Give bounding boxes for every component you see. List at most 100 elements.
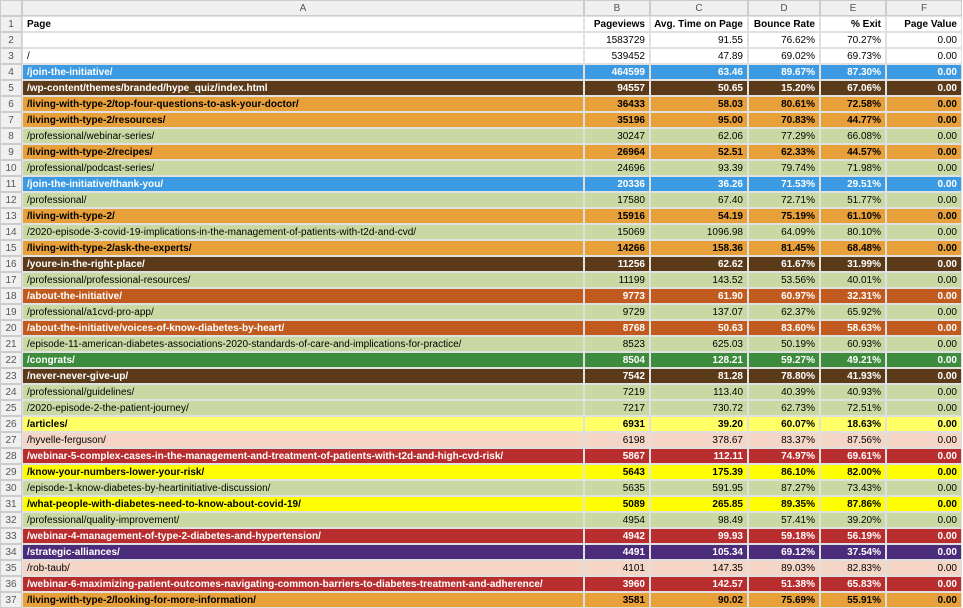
cell-avg-time[interactable]: 50.63	[650, 320, 748, 336]
row-header-30[interactable]: 30	[0, 480, 22, 496]
cell-exit[interactable]: 44.77%	[820, 112, 886, 128]
cell-value[interactable]: 0.00	[886, 192, 962, 208]
cell-pageviews[interactable]: 26964	[584, 144, 650, 160]
row-header-6[interactable]: 6	[0, 96, 22, 112]
cell-avg-time[interactable]: 143.52	[650, 272, 748, 288]
cell-avg-time[interactable]: 62.06	[650, 128, 748, 144]
row-header-28[interactable]: 28	[0, 448, 22, 464]
cell-pageviews[interactable]: 7542	[584, 368, 650, 384]
cell-value[interactable]: 0.00	[886, 512, 962, 528]
cell-page[interactable]: /episode-1-know-diabetes-by-heartinitiat…	[22, 480, 584, 496]
cell-page[interactable]: /professional/webinar-series/	[22, 128, 584, 144]
row-header-31[interactable]: 31	[0, 496, 22, 512]
cell-value[interactable]: 0.00	[886, 368, 962, 384]
cell-pageviews[interactable]: 6198	[584, 432, 650, 448]
cell-pageviews[interactable]: 464599	[584, 64, 650, 80]
col-header-F[interactable]: F	[886, 0, 962, 16]
cell-exit[interactable]: 49.21%	[820, 352, 886, 368]
cell-value[interactable]: 0.00	[886, 560, 962, 576]
cell-page[interactable]: /professional/podcast-series/	[22, 160, 584, 176]
cell-value[interactable]: 0.00	[886, 128, 962, 144]
cell-value[interactable]: 0.00	[886, 496, 962, 512]
cell-bounce[interactable]: 59.27%	[748, 352, 820, 368]
spreadsheet-grid[interactable]: ABCDEF1PagePageviewsAvg. Time on PageBou…	[0, 0, 963, 608]
cell-page[interactable]: /what-people-with-diabetes-need-to-know-…	[22, 496, 584, 512]
row-header-20[interactable]: 20	[0, 320, 22, 336]
cell-exit[interactable]: 87.30%	[820, 64, 886, 80]
cell-bounce[interactable]: 57.41%	[748, 512, 820, 528]
cell-page[interactable]: /living-with-type-2/	[22, 208, 584, 224]
cell-pageviews[interactable]: 17580	[584, 192, 650, 208]
col-header-D[interactable]: D	[748, 0, 820, 16]
row-header-19[interactable]: 19	[0, 304, 22, 320]
cell-avg-time[interactable]: 50.65	[650, 80, 748, 96]
cell-page[interactable]: /living-with-type-2/ask-the-experts/	[22, 240, 584, 256]
row-header-13[interactable]: 13	[0, 208, 22, 224]
cell-exit[interactable]: 32.31%	[820, 288, 886, 304]
cell-pageviews[interactable]: 4942	[584, 528, 650, 544]
cell-pageviews[interactable]: 5635	[584, 480, 650, 496]
cell-value[interactable]: 0.00	[886, 528, 962, 544]
cell-page[interactable]: /youre-in-the-right-place/	[22, 256, 584, 272]
row-header-16[interactable]: 16	[0, 256, 22, 272]
cell-exit[interactable]: 80.10%	[820, 224, 886, 240]
cell-page[interactable]: /never-never-give-up/	[22, 368, 584, 384]
cell-page[interactable]: /	[22, 48, 584, 64]
cell-page[interactable]: /living-with-type-2/top-four-questions-t…	[22, 96, 584, 112]
row-header-21[interactable]: 21	[0, 336, 22, 352]
cell-pageviews[interactable]: 5867	[584, 448, 650, 464]
cell-value[interactable]: 0.00	[886, 304, 962, 320]
cell-pageviews[interactable]: 20336	[584, 176, 650, 192]
cell-exit[interactable]: 72.51%	[820, 400, 886, 416]
cell-avg-time[interactable]: 61.90	[650, 288, 748, 304]
cell-exit[interactable]: 37.54%	[820, 544, 886, 560]
cell-value[interactable]: 0.00	[886, 224, 962, 240]
cell-pageviews[interactable]: 4954	[584, 512, 650, 528]
cell-bounce[interactable]: 60.97%	[748, 288, 820, 304]
cell-page[interactable]: /living-with-type-2/recipes/	[22, 144, 584, 160]
cell-value[interactable]: 0.00	[886, 576, 962, 592]
cell-value[interactable]: 0.00	[886, 144, 962, 160]
cell-page[interactable]: /hyvelle-ferguson/	[22, 432, 584, 448]
cell-pageviews[interactable]: 7219	[584, 384, 650, 400]
cell-value[interactable]: 0.00	[886, 464, 962, 480]
cell-page[interactable]: /professional/a1cvd-pro-app/	[22, 304, 584, 320]
cell-value[interactable]: 0.00	[886, 416, 962, 432]
cell-bounce[interactable]: 71.53%	[748, 176, 820, 192]
cell-value[interactable]: 0.00	[886, 240, 962, 256]
cell-bounce[interactable]: 70.83%	[748, 112, 820, 128]
cell-page[interactable]: /wp-content/themes/branded/hype_quiz/ind…	[22, 80, 584, 96]
cell-avg-time[interactable]: 265.85	[650, 496, 748, 512]
col-header-E[interactable]: E	[820, 0, 886, 16]
cell-pageviews[interactable]: 3960	[584, 576, 650, 592]
cell-pageviews[interactable]: 36433	[584, 96, 650, 112]
cell-exit[interactable]: 87.56%	[820, 432, 886, 448]
cell-value[interactable]: 0.00	[886, 592, 962, 608]
cell-pageviews[interactable]: 94557	[584, 80, 650, 96]
cell-page[interactable]: /2020-episode-3-covid-19-implications-in…	[22, 224, 584, 240]
row-header-17[interactable]: 17	[0, 272, 22, 288]
cell-avg-time[interactable]: 67.40	[650, 192, 748, 208]
cell-bounce[interactable]: 83.37%	[748, 432, 820, 448]
cell-page[interactable]: /know-your-numbers-lower-your-risk/	[22, 464, 584, 480]
cell-value[interactable]: 0.00	[886, 48, 962, 64]
cell-value[interactable]: 0.00	[886, 160, 962, 176]
cell-avg-time[interactable]: 378.67	[650, 432, 748, 448]
cell-pageviews[interactable]: 5089	[584, 496, 650, 512]
cell-value[interactable]: 0.00	[886, 480, 962, 496]
cell-value[interactable]: 0.00	[886, 288, 962, 304]
cell-value[interactable]: 0.00	[886, 208, 962, 224]
cell-avg-time[interactable]: 54.19	[650, 208, 748, 224]
row-header-3[interactable]: 3	[0, 48, 22, 64]
cell-bounce[interactable]: 72.71%	[748, 192, 820, 208]
row-header-8[interactable]: 8	[0, 128, 22, 144]
cell-exit[interactable]: 82.00%	[820, 464, 886, 480]
cell-value[interactable]: 0.00	[886, 96, 962, 112]
cell-exit[interactable]: 87.86%	[820, 496, 886, 512]
cell-avg-time[interactable]: 63.46	[650, 64, 748, 80]
cell-pageviews[interactable]: 4101	[584, 560, 650, 576]
cell-avg-time[interactable]: 62.62	[650, 256, 748, 272]
cell-bounce[interactable]: 75.19%	[748, 208, 820, 224]
cell-value[interactable]: 0.00	[886, 448, 962, 464]
row-header-22[interactable]: 22	[0, 352, 22, 368]
